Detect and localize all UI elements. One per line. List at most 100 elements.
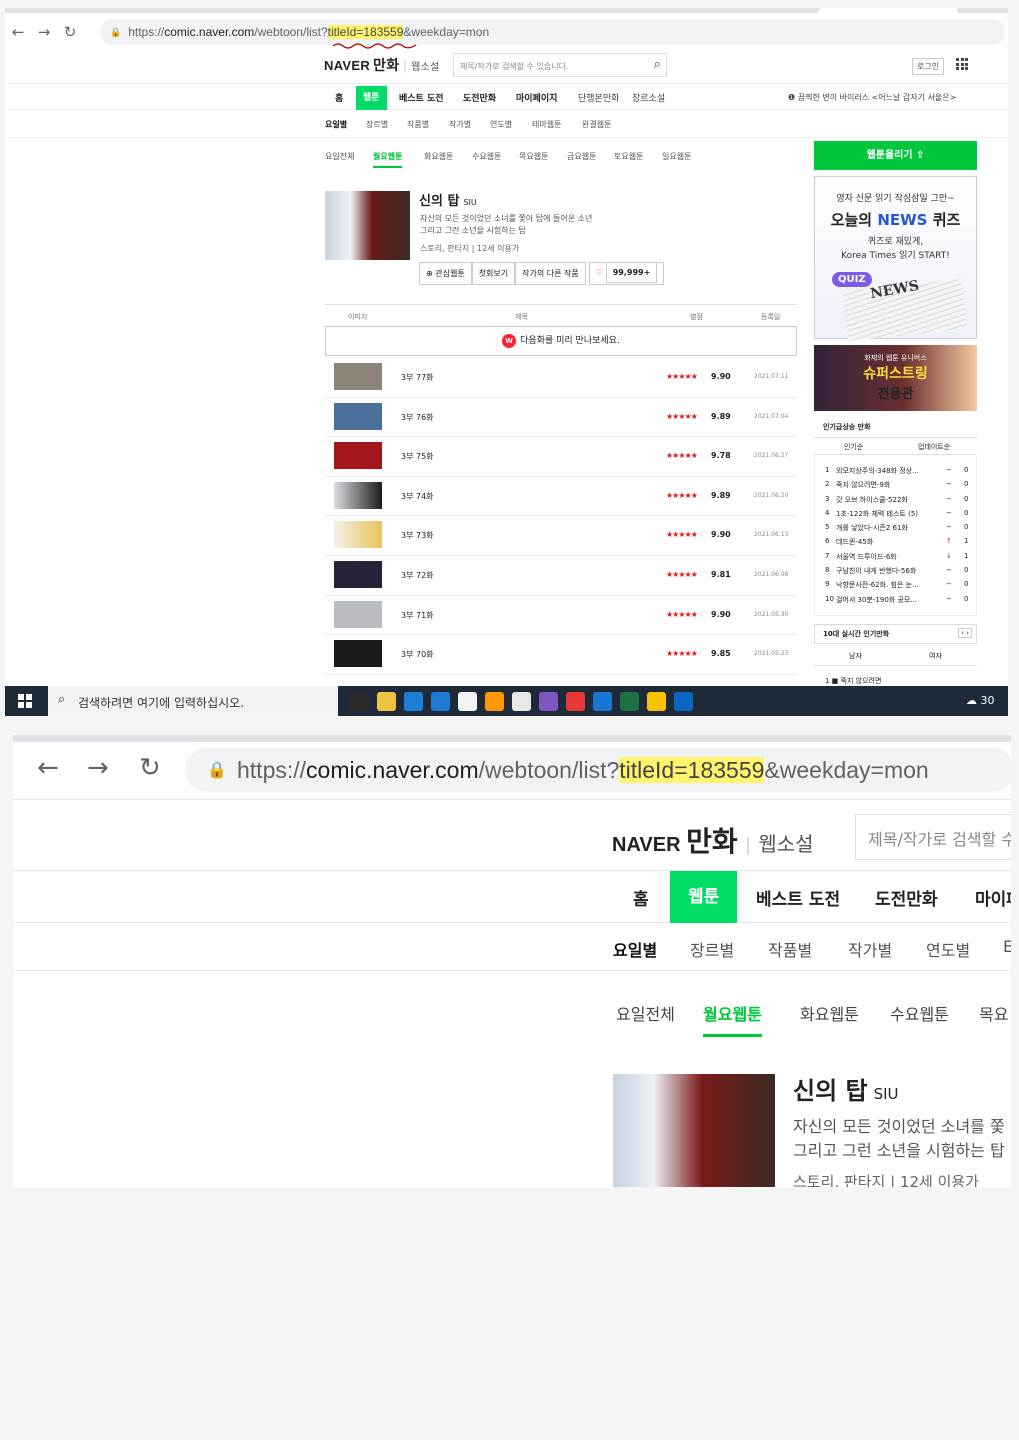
tab-thu[interactable]: 목요 (979, 1001, 1008, 1025)
list-item[interactable]: 6 데드퀸-45화 ↑ 1 (814, 537, 977, 551)
episode-title[interactable]: 3부 71화 (401, 610, 434, 621)
taskbar-app-icon[interactable] (512, 692, 531, 711)
list-item[interactable]: 3 갓 오브 하이스쿨-522화 − 0 (814, 495, 977, 509)
list-item[interactable]: 2 죽지 않으려면-9화 − 0 (814, 480, 977, 494)
list-item[interactable]: 10 걸어서 30분-190화 공모... − 0 (814, 595, 977, 609)
menu-webtoon[interactable]: 웹툰 (670, 871, 738, 923)
table-row[interactable]: 3부 75화 ★★★★★ 9.78 2021.06.27 (325, 437, 797, 477)
novel-link[interactable]: 웹소설 (758, 834, 813, 856)
taskbar-app-icon[interactable] (539, 692, 558, 711)
taskbar-app-icon[interactable] (647, 692, 666, 711)
sub-title[interactable]: 작품별 (407, 119, 429, 130)
menu-best-challenge[interactable]: 베스트 도전 (399, 91, 444, 104)
tab-sun[interactable]: 일요웹툰 (662, 151, 691, 162)
preview-banner[interactable]: W 다음화를 미리 만나보세요. (325, 326, 797, 356)
episode-thumbnail[interactable] (334, 560, 382, 588)
tab-tue[interactable]: 화요웹툰 (800, 1001, 859, 1025)
episode-title[interactable]: 3부 76화 (401, 412, 434, 423)
sub-year[interactable]: 연도별 (926, 937, 970, 961)
episode-thumbnail[interactable] (334, 402, 382, 430)
tab-all[interactable]: 요일전체 (325, 151, 354, 162)
reload-icon[interactable]: ↻ (139, 753, 161, 783)
tab-wed[interactable]: 수요웹툰 (890, 1001, 949, 1025)
list-item[interactable]: 7 서울역 드루이드-6화 ↓ 1 (814, 552, 977, 566)
forward-arrow-icon[interactable]: → (87, 753, 109, 783)
menu-mypage[interactable]: 마이페이지 (516, 91, 557, 104)
episode-thumbnail[interactable] (334, 481, 382, 509)
taskbar-app-icon[interactable] (350, 692, 369, 711)
tab-mon[interactable]: 월요웹툰 (373, 151, 403, 168)
tab-mon[interactable]: 월요웹툰 (703, 1001, 762, 1037)
rank-tab-updated[interactable]: 업데이트순 (918, 442, 950, 452)
taskbar-app-icon[interactable] (458, 692, 477, 711)
episode-thumbnail[interactable] (334, 442, 382, 470)
episode-title[interactable]: 3부 70화 (401, 649, 434, 660)
novel-link[interactable]: 웹소설 (411, 62, 440, 73)
back-arrow-icon[interactable]: ← (5, 23, 31, 41)
taskbar-search[interactable]: ⌕ 검색하려면 여기에 입력하십시오. (48, 686, 338, 716)
table-row[interactable]: 3부 77화 ★★★★★ 9.90 2021.07.11 (325, 358, 797, 398)
naver-logo[interactable]: NAVER 만화 | 웹소설 (324, 55, 440, 75)
sub-theme[interactable]: 테마웹툰 (532, 119, 561, 130)
rank-title[interactable]: 죽지 않으려면-9화 (836, 480, 948, 490)
episode-title[interactable]: 3부 72화 (401, 570, 434, 581)
taskbar-app-icon[interactable] (566, 692, 585, 711)
list-item[interactable]: 4 1초-122화 체력 테스트 (5) − 0 (814, 509, 977, 523)
news-quiz-ad[interactable]: 영자 신문 읽기 작심삼일 그만~ 오늘의 NEWS 퀴즈 퀴즈로 재밌게, Ko… (814, 176, 977, 342)
back-arrow-icon[interactable]: ← (37, 753, 59, 783)
episode-title[interactable]: 3부 73화 (401, 530, 434, 541)
superstring-ad[interactable]: 화제의 웹툰 유니버스 슈퍼스트링 전용관 (814, 345, 977, 411)
taskbar-app-icon[interactable] (620, 692, 639, 711)
tab-thu[interactable]: 목요웹툰 (519, 151, 548, 162)
sub-author[interactable]: 작가별 (848, 937, 892, 961)
sub-genre[interactable]: 장르별 (690, 937, 734, 961)
rank-title[interactable]: 갓 오브 하이스쿨-522화 (836, 495, 948, 505)
tab-wed[interactable]: 수요웹툰 (472, 151, 501, 162)
menu-best-challenge[interactable]: 베스트 도전 (756, 885, 840, 910)
table-row[interactable]: 3부 72화 ★★★★★ 9.81 2021.06.06 (325, 556, 797, 596)
taskbar-app-icon[interactable] (593, 692, 612, 711)
webtoon-thumbnail[interactable] (325, 191, 410, 260)
sub-title[interactable]: 작품별 (768, 937, 812, 961)
tab-fri[interactable]: 금요웹툰 (567, 151, 596, 162)
webtoon-author[interactable]: SIU (463, 198, 476, 207)
menu-book[interactable]: 단행본만화 (578, 91, 619, 104)
taskbar-app-icon[interactable] (404, 692, 423, 711)
episode-thumbnail[interactable] (334, 363, 382, 390)
tab-all[interactable]: 요일전체 (616, 1001, 675, 1025)
list-item[interactable]: 9 낙향문사전-62화. 힘은 눈... − 0 (814, 580, 977, 594)
browser-tab-2[interactable] (957, 8, 1008, 13)
webtoon-thumbnail[interactable] (613, 1074, 775, 1187)
table-row[interactable]: 3부 70화 ★★★★★ 9.85 2021.05.23 (325, 635, 797, 675)
taskbar-app-icon[interactable] (485, 692, 504, 711)
menu-challenge[interactable]: 도전만화 (875, 885, 938, 910)
table-row[interactable]: 3부 71화 ★★★★★ 9.90 2021.05.30 (325, 596, 797, 636)
like-button[interactable]: ♡ 99,999+ (588, 262, 665, 285)
naver-logo[interactable]: NAVER 만화 | 웹소설 (612, 820, 814, 860)
author-other-works-button[interactable]: 작가의 다른 작품 (515, 262, 586, 285)
table-row[interactable]: 3부 74화 ★★★★★ 9.89 2021.06.20 (325, 477, 797, 517)
rank-title[interactable]: 걸어서 30분-190화 공모... (836, 595, 948, 605)
menu-home[interactable]: 홈 (335, 91, 343, 104)
upload-webtoon-button[interactable]: 웹툰올리기 ⇪ (814, 141, 977, 170)
rank-title[interactable]: 낙향문사전-62화. 힘은 눈... (836, 580, 948, 590)
episode-title[interactable]: 3부 74화 (401, 491, 434, 502)
search-input[interactable]: 제목/작가로 검색할 수 (855, 814, 1011, 860)
rank-title[interactable]: 1초-122화 체력 테스트 (5) (836, 509, 948, 519)
menu-home[interactable]: 홈 (633, 885, 649, 910)
windows-start-icon[interactable] (18, 694, 32, 708)
url-field[interactable]: 🔒 https://comic.naver.com/webtoon/list?t… (100, 19, 1005, 45)
live-rank-pager[interactable]: ‹ › (958, 628, 972, 638)
rank-title[interactable]: 데드퀸-45화 (836, 537, 948, 547)
weather-widget[interactable]: ☁ 30 (966, 694, 995, 707)
taskbar-app-icon[interactable] (377, 692, 396, 711)
episode-title[interactable]: 3부 77화 (401, 372, 434, 383)
browser-tab[interactable] (5, 8, 820, 13)
sub-year[interactable]: 연도별 (490, 119, 512, 130)
table-row[interactable]: 3부 76화 ★★★★★ 9.89 2021.07.04 (325, 398, 797, 438)
table-row[interactable]: 3부 73화 ★★★★★ 9.90 2021.06.13 (325, 516, 797, 556)
login-button[interactable]: 로그인 (912, 58, 945, 75)
list-item[interactable]: 8 구남친이 내게 반했다-56화 − 0 (814, 566, 977, 580)
sub-completed[interactable]: 완결웹툰 (582, 119, 611, 130)
search-icon[interactable]: ⌕ (654, 57, 661, 72)
